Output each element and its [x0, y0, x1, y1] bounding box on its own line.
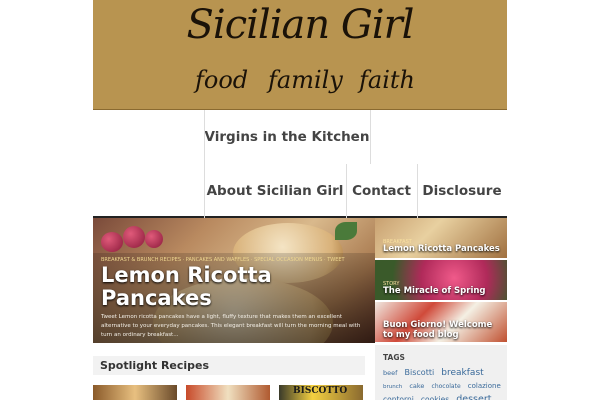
- tag-link[interactable]: dessert: [456, 394, 491, 400]
- nav-disclosure[interactable]: Disclosure: [417, 164, 507, 218]
- slider-thumb-lemon-ricotta[interactable]: Breakfast Lemon Ricotta Pancakes: [375, 218, 507, 259]
- tag-link[interactable]: contorni: [383, 395, 414, 400]
- spotlight-heading: Spotlight Recipes: [93, 356, 365, 375]
- tag-link[interactable]: cookies: [421, 395, 449, 400]
- spotlight-recipe-thumb[interactable]: BISCOTTO: [279, 385, 363, 400]
- tag-link[interactable]: brunch: [383, 384, 402, 390]
- raspberry-image: [123, 226, 145, 248]
- tagline-family: family: [268, 66, 343, 94]
- nav-label: Contact: [352, 183, 411, 199]
- tagline-food: food: [195, 66, 249, 94]
- tag-link[interactable]: breakfast: [441, 368, 483, 378]
- nav-label: Disclosure: [422, 183, 502, 199]
- tag-cloud: beef Biscotti breakfast brunch cake choc…: [383, 365, 503, 400]
- tag-link[interactable]: cake: [409, 382, 424, 390]
- slider-thumb-buon-giorno[interactable]: Buon Giorno! Welcome to my food blog: [375, 302, 507, 343]
- featured-title[interactable]: Lemon Ricotta Pancakes: [101, 264, 371, 310]
- site-header: Sicilian Girl food family faith: [93, 0, 507, 110]
- site-title[interactable]: Sicilian Girl: [93, 2, 507, 48]
- page-wrapper: Sicilian Girl food family faith Virgins …: [93, 0, 507, 400]
- nav-about-sicilian-girl[interactable]: About Sicilian Girl: [204, 164, 346, 218]
- raspberry-image: [101, 232, 123, 252]
- tagline-faith: faith: [359, 66, 415, 94]
- nav-contact[interactable]: Contact: [346, 164, 417, 218]
- tag-link[interactable]: beef: [383, 369, 397, 377]
- spotlight-recipe-thumb[interactable]: [93, 385, 177, 400]
- tag-link[interactable]: colazione: [468, 382, 501, 390]
- featured-slide[interactable]: Breakfast & Brunch Recipes · Pancakes an…: [93, 218, 375, 343]
- tag-link[interactable]: chocolate: [432, 383, 461, 390]
- spotlight-recipe-thumb[interactable]: [186, 385, 270, 400]
- thumb-title: Lemon Ricotta Pancakes: [383, 244, 500, 254]
- featured-excerpt: Tweet Lemon ricotta pancakes have a ligh…: [101, 314, 361, 338]
- nav-virgins-in-the-kitchen[interactable]: Virgins in the Kitchen: [204, 110, 371, 164]
- slider-thumb-miracle-of-spring[interactable]: Story The Miracle of Spring: [375, 260, 507, 301]
- tags-widget: TAGS beef Biscotti breakfast brunch cake…: [375, 345, 507, 400]
- leaf-image: [335, 222, 357, 240]
- biscotto-label: BISCOTTO: [293, 386, 348, 396]
- raspberry-image: [145, 230, 163, 248]
- thumb-title: The Miracle of Spring: [383, 286, 486, 296]
- tag-link[interactable]: Biscotti: [405, 368, 435, 377]
- main-navigation: Virgins in the Kitchen About Sicilian Gi…: [93, 110, 507, 218]
- nav-label: About Sicilian Girl: [206, 183, 344, 199]
- nav-label: Virgins in the Kitchen: [204, 129, 370, 145]
- thumb-title: Buon Giorno! Welcome to my food blog: [383, 320, 493, 340]
